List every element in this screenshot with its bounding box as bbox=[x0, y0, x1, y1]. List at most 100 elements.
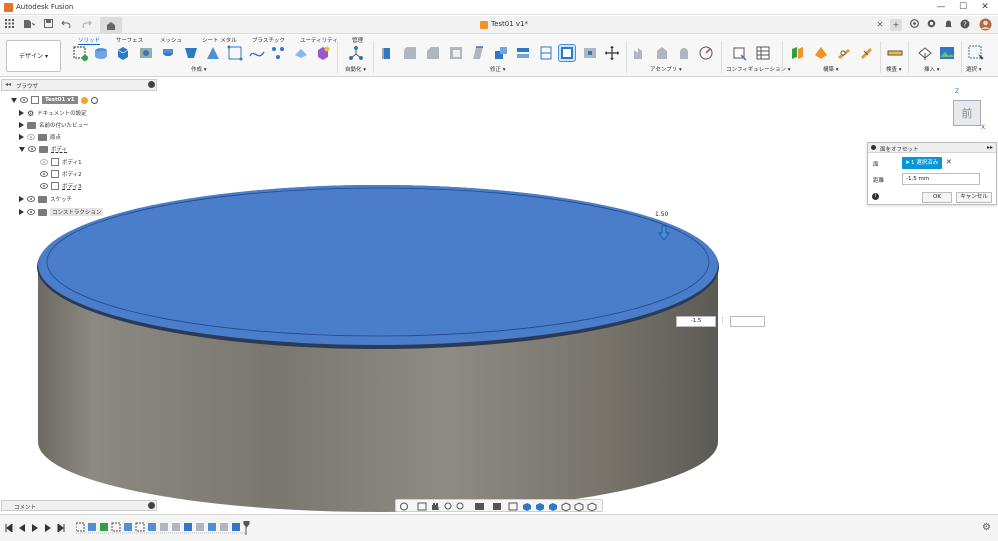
new-sketch-icon[interactable] bbox=[72, 45, 88, 61]
rectangle-pattern-icon[interactable] bbox=[227, 45, 243, 61]
object-visibility-icon[interactable] bbox=[561, 502, 571, 512]
spline-icon[interactable] bbox=[249, 45, 265, 61]
move-copy-icon[interactable] bbox=[604, 45, 620, 61]
expand-icon[interactable] bbox=[19, 146, 25, 152]
select-icon[interactable] bbox=[968, 45, 984, 61]
grid-settings-icon[interactable] bbox=[508, 502, 518, 511]
step-back-icon[interactable] bbox=[18, 524, 26, 532]
configure-icon[interactable] bbox=[732, 45, 748, 61]
offset-plane-icon[interactable] bbox=[790, 45, 806, 61]
automate-icon[interactable] bbox=[348, 45, 364, 61]
display-settings-icon[interactable] bbox=[475, 503, 484, 510]
as-built-joint-icon[interactable] bbox=[676, 45, 692, 61]
cancel-button[interactable]: キャンセル bbox=[956, 192, 992, 203]
radio-active-icon[interactable] bbox=[90, 96, 98, 104]
expand-icon[interactable] bbox=[11, 97, 17, 103]
maximize-button[interactable]: ☐ bbox=[952, 1, 974, 14]
tangent-plane-icon[interactable] bbox=[836, 45, 852, 61]
tree-item-origin[interactable]: 原点 bbox=[19, 131, 61, 143]
workspace-switcher[interactable]: デザイン ▾ bbox=[6, 40, 61, 72]
expand-icon[interactable] bbox=[19, 196, 24, 202]
undo-icon[interactable] bbox=[60, 19, 72, 31]
visibility-icon[interactable] bbox=[28, 146, 36, 152]
ground-shadow-icon[interactable] bbox=[587, 502, 597, 512]
insert-canvas-icon[interactable] bbox=[939, 45, 955, 61]
tab-solid[interactable]: ソリッド bbox=[78, 36, 101, 45]
revolve-icon[interactable] bbox=[160, 45, 176, 61]
visibility-icon[interactable] bbox=[40, 171, 48, 177]
effects-icon[interactable] bbox=[549, 503, 557, 511]
redo-icon[interactable] bbox=[81, 19, 93, 31]
home-tab[interactable] bbox=[100, 17, 122, 34]
extensions-icon[interactable] bbox=[908, 19, 920, 31]
orbit-icon[interactable] bbox=[400, 502, 408, 511]
visibility-icon[interactable] bbox=[20, 97, 28, 103]
tab-surface[interactable]: サーフェス bbox=[116, 36, 143, 44]
visibility-icon[interactable] bbox=[40, 183, 48, 189]
configuration-table-icon[interactable] bbox=[755, 45, 771, 61]
measure-icon[interactable] bbox=[887, 45, 903, 61]
box-icon[interactable] bbox=[115, 45, 131, 61]
group-insert[interactable]: 挿入 ▾ bbox=[924, 65, 940, 73]
hole-icon[interactable] bbox=[138, 45, 154, 61]
group-configure[interactable]: コンフィギュレーション ▾ bbox=[726, 65, 791, 73]
joint-icon[interactable] bbox=[654, 45, 670, 61]
group-create[interactable]: 作成 ▾ bbox=[191, 65, 207, 73]
group-select[interactable]: 選択 ▾ bbox=[966, 65, 982, 73]
loft-icon[interactable] bbox=[205, 45, 221, 61]
point-pattern-icon[interactable] bbox=[270, 45, 286, 61]
group-construct[interactable]: 構築 ▾ bbox=[823, 65, 839, 73]
canvas-viewport[interactable] bbox=[0, 92, 998, 512]
chamfer-icon[interactable] bbox=[425, 45, 441, 61]
thicken-icon[interactable] bbox=[293, 45, 309, 61]
tree-item-doc-settings[interactable]: ⚙ ドキュメントの設定 bbox=[19, 107, 87, 119]
split-face-icon[interactable] bbox=[582, 45, 598, 61]
visibility-icon[interactable] bbox=[27, 134, 35, 140]
view-cube-icon[interactable] bbox=[523, 503, 531, 511]
avatar[interactable] bbox=[978, 18, 992, 31]
pan-icon[interactable] bbox=[432, 503, 439, 510]
group-automate[interactable]: 自動化 ▾ bbox=[345, 65, 366, 73]
environment-icon[interactable] bbox=[536, 503, 544, 511]
derive-icon[interactable] bbox=[315, 45, 331, 61]
grid-icon[interactable] bbox=[4, 19, 14, 31]
zoom-icon[interactable] bbox=[444, 502, 452, 510]
tree-item-construction[interactable]: コンストラクション bbox=[19, 206, 104, 218]
info-icon[interactable]: i bbox=[872, 193, 879, 200]
camera-icon[interactable] bbox=[574, 502, 584, 512]
tree-item-sketches[interactable]: スケッチ bbox=[19, 193, 72, 205]
tab-utility[interactable]: ユーティリティ bbox=[300, 36, 338, 44]
tree-item-body2[interactable]: ボディ2 bbox=[40, 168, 82, 180]
timeline-settings-gear-icon[interactable]: ⚙ bbox=[982, 522, 991, 533]
canvas-distance-input[interactable]: -1.5 bbox=[676, 316, 716, 327]
notifications-icon[interactable] bbox=[942, 19, 954, 31]
tab-sheet-metal[interactable]: シート メタル bbox=[202, 36, 237, 44]
group-assemble[interactable]: アセンブリ ▾ bbox=[650, 65, 682, 73]
expand-icon[interactable] bbox=[19, 209, 24, 215]
tree-item-body3[interactable]: ボディ3 bbox=[40, 180, 82, 192]
tree-item-bodies[interactable]: ボディ bbox=[19, 143, 67, 155]
minimize-button[interactable]: — bbox=[930, 1, 952, 14]
file-icon[interactable] bbox=[22, 19, 37, 31]
motion-study-icon[interactable] bbox=[698, 45, 714, 61]
tree-item-root[interactable]: Test01 v1 bbox=[11, 94, 151, 106]
jobs-icon[interactable] bbox=[925, 19, 937, 31]
draft-icon[interactable] bbox=[470, 45, 486, 61]
expand-icon[interactable] bbox=[19, 122, 24, 128]
look-at-icon[interactable] bbox=[417, 502, 427, 511]
extrude-icon[interactable] bbox=[93, 45, 109, 61]
offset-direction-arrow-icon[interactable] bbox=[657, 225, 671, 241]
group-inspect[interactable]: 検査 ▾ bbox=[886, 65, 902, 73]
tab-mesh[interactable]: メッシュ bbox=[160, 36, 182, 44]
close-tab-icon[interactable]: ✕ bbox=[874, 19, 886, 31]
view-cube-front-face[interactable]: 前 bbox=[953, 100, 981, 126]
combine-icon[interactable] bbox=[515, 45, 531, 61]
plane-at-angle-icon[interactable] bbox=[813, 45, 829, 61]
canvas-secondary-input[interactable] bbox=[730, 316, 765, 327]
visibility-icon[interactable] bbox=[27, 209, 35, 215]
comments-options-icon[interactable] bbox=[148, 502, 155, 509]
group-modify[interactable]: 修正 ▾ bbox=[490, 65, 506, 73]
zoom-window-icon[interactable] bbox=[456, 502, 464, 510]
expand-dialog-icon[interactable]: ▸▸ bbox=[987, 144, 993, 151]
new-component-icon[interactable] bbox=[632, 45, 648, 61]
